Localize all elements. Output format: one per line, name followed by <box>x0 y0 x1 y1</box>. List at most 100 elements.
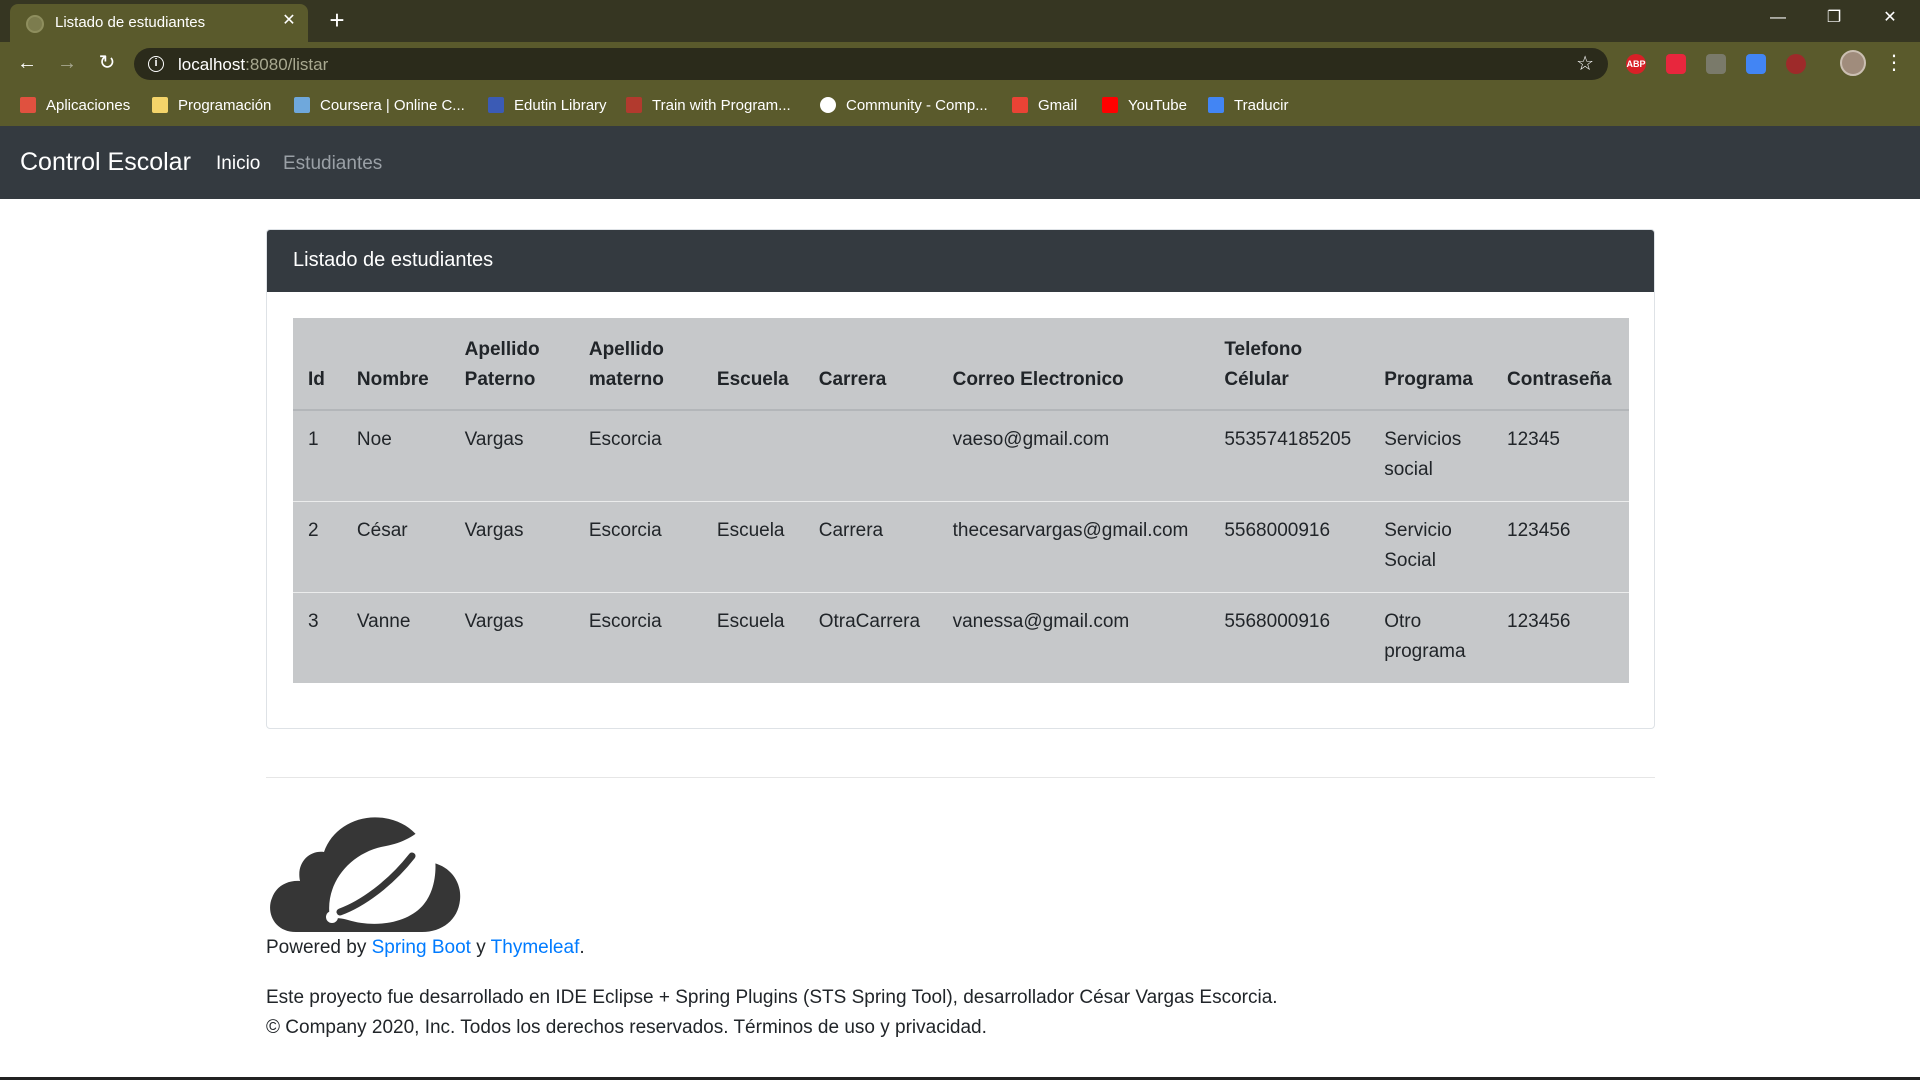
card-title: Listado de estudiantes <box>293 249 494 271</box>
pocket-icon[interactable] <box>1666 54 1686 74</box>
column-header-nombre: Nombre <box>341 318 450 411</box>
bookmark-item[interactable]: Gmail <box>1012 94 1077 116</box>
table-cell-nombre: Noe <box>356 429 392 450</box>
table-cell-apellido-paterno: Vargas <box>449 591 574 683</box>
folder-icon <box>152 97 168 113</box>
bookmark-item[interactable]: Train with Program... <box>626 94 791 116</box>
url-text: localhost:8080/listar <box>178 55 329 74</box>
column-header-correo: Correo Electronico <box>937 318 1210 411</box>
table-body: 1 Noe Vargas Escorcia vaeso@gmail.com 5535741… <box>293 410 1629 683</box>
column-header-contrasena: Contraseña <box>1492 318 1629 411</box>
browser-toolbar: ← → ↻ i localhost:8080/listar ☆ ABP ⋮ <box>0 42 1920 84</box>
back-icon[interactable]: ← <box>14 50 40 76</box>
record-icon[interactable] <box>1786 54 1806 74</box>
footer-copyright: © Company 2020, Inc. Todos los derechos … <box>266 1017 987 1038</box>
edutin-icon <box>488 97 504 113</box>
table-cell-telefono: 553574185205 <box>1224 429 1352 450</box>
bookmark-label: Aplicaciones <box>46 96 131 114</box>
apps-grid-icon <box>20 97 36 113</box>
table-row: 2 César Vargas Escorcia Escuela Carrera theces… <box>293 500 1629 592</box>
bookmark-item[interactable]: Edutin Library <box>488 94 607 116</box>
nav-link-inicio[interactable]: Inicio <box>216 153 260 175</box>
column-header-id: Id <box>293 318 342 411</box>
train-icon <box>626 97 642 113</box>
card-header: Listado de estudiantes <box>267 230 1654 292</box>
bookmark-label: Traducir <box>1234 96 1289 114</box>
close-tab-icon[interactable]: ✕ <box>278 10 300 32</box>
address-bar[interactable]: i localhost:8080/listar ☆ <box>134 48 1608 80</box>
adblock-plus-icon[interactable]: ABP <box>1626 54 1646 74</box>
table-cell-carrera: Carrera <box>803 500 938 592</box>
table-cell-carrera <box>804 410 938 501</box>
app-navbar: Control Escolar Inicio Estudiantes <box>0 126 1920 199</box>
table-cell-apellido-materno: Escorcia <box>588 429 662 450</box>
youtube-icon <box>1102 97 1118 113</box>
bookmarks-bar: Aplicaciones Programación Coursera | Onlin… <box>0 84 1920 126</box>
navbar-brand[interactable]: Control Escolar <box>20 148 191 177</box>
new-tab-icon[interactable]: + <box>323 6 351 34</box>
translate-icon <box>1208 97 1224 113</box>
bookmark-item[interactable]: YouTube <box>1102 94 1187 116</box>
site-info-icon[interactable]: i <box>148 56 164 72</box>
students-table: Id Nombre Apellido Paterno Apellido materno… <box>293 318 1629 683</box>
bookmark-label: Train with Program... <box>652 96 791 114</box>
spring-logo <box>270 817 461 932</box>
column-header-telefono: Telefono Célular <box>1209 318 1370 411</box>
table-header: Id Nombre Apellido Paterno Apellido materno… <box>293 318 1629 411</box>
table-cell-correo: vaeso@gmail.com <box>952 429 1110 450</box>
profile-avatar[interactable] <box>1840 50 1866 76</box>
column-header-apellido-paterno: Apellido Paterno <box>449 318 574 411</box>
forward-icon[interactable]: → <box>54 50 80 76</box>
bookmark-star-icon[interactable]: ☆ <box>1576 51 1594 76</box>
table-cell-escuela: Escuela <box>701 500 804 592</box>
globe-icon <box>26 15 44 33</box>
footer-divider <box>266 777 1655 778</box>
table-cell-telefono: 5568000916 <box>1209 591 1370 683</box>
globe-icon[interactable] <box>1706 54 1726 74</box>
table-cell-programa: Servicios social <box>1384 429 1462 480</box>
close-window-icon[interactable]: ✕ <box>1862 0 1918 36</box>
bookmark-item[interactable]: Community - Comp... <box>820 94 988 116</box>
table-cell-programa: Otro programa <box>1369 591 1493 683</box>
community-icon <box>820 97 836 113</box>
table-cell-correo: thecesarvargas@gmail.com <box>937 500 1210 592</box>
table-cell-escuela: Escuela <box>701 591 804 683</box>
table-cell-telefono: 5568000916 <box>1209 500 1370 592</box>
column-header-escuela: Escuela <box>701 318 804 411</box>
reload-icon[interactable]: ↻ <box>94 50 120 76</box>
table-cell-apellido-paterno: Vargas <box>464 429 524 450</box>
table-cell-contrasena: 123456 <box>1492 591 1629 683</box>
bookmark-item[interactable]: Programación <box>152 94 271 116</box>
table-cell-apellido-materno: Escorcia <box>573 500 702 592</box>
table-cell-id: 3 <box>293 591 342 683</box>
table-cell-escuela <box>702 410 804 501</box>
table-cell-contrasena: 123456 <box>1492 500 1629 592</box>
table-cell-apellido-materno: Escorcia <box>573 591 702 683</box>
browser-tab[interactable]: Listado de estudiantes ✕ <box>10 4 308 42</box>
bookmark-item[interactable]: Aplicaciones <box>20 94 130 116</box>
bookmark-label: Programación <box>178 96 272 114</box>
bookmark-label: Community - Comp... <box>846 96 988 114</box>
bookmark-item[interactable]: Traducir <box>1208 94 1288 116</box>
thymeleaf-link[interactable]: Thymeleaf <box>491 937 580 958</box>
students-card: Listado de estudiantes Id Nombre Apellido … <box>266 229 1655 729</box>
table-cell-id: 2 <box>293 500 342 592</box>
bookmark-label: Coursera | Online C... <box>320 96 465 114</box>
nav-link-estudiantes[interactable]: Estudiantes <box>283 153 382 175</box>
header-row: Id Nombre Apellido Paterno Apellido materno… <box>293 318 1629 411</box>
bookmark-label: Edutin Library <box>514 96 607 114</box>
menu-dots-icon[interactable]: ⋮ <box>1884 50 1904 76</box>
table-cell-programa: Servicio Social <box>1369 500 1493 592</box>
tab-title: Listado de estudiantes <box>55 14 206 31</box>
table-row: 1 Noe Vargas Escorcia vaeso@gmail.com 5535741… <box>293 410 1629 501</box>
google-translate-icon[interactable] <box>1746 54 1766 74</box>
table-cell-id: 1 <box>308 429 319 450</box>
restore-icon[interactable]: ❐ <box>1806 0 1862 36</box>
spring-boot-link[interactable]: Spring Boot <box>372 937 471 958</box>
minimize-icon[interactable]: — <box>1750 0 1806 36</box>
table-cell-contrasena: 12345 <box>1507 429 1560 450</box>
table-cell-nombre: César <box>341 500 450 592</box>
column-header-programa: Programa <box>1369 318 1493 411</box>
table-cell-apellido-paterno: Vargas <box>449 500 574 592</box>
bookmark-item[interactable]: Coursera | Online C... <box>294 94 465 116</box>
